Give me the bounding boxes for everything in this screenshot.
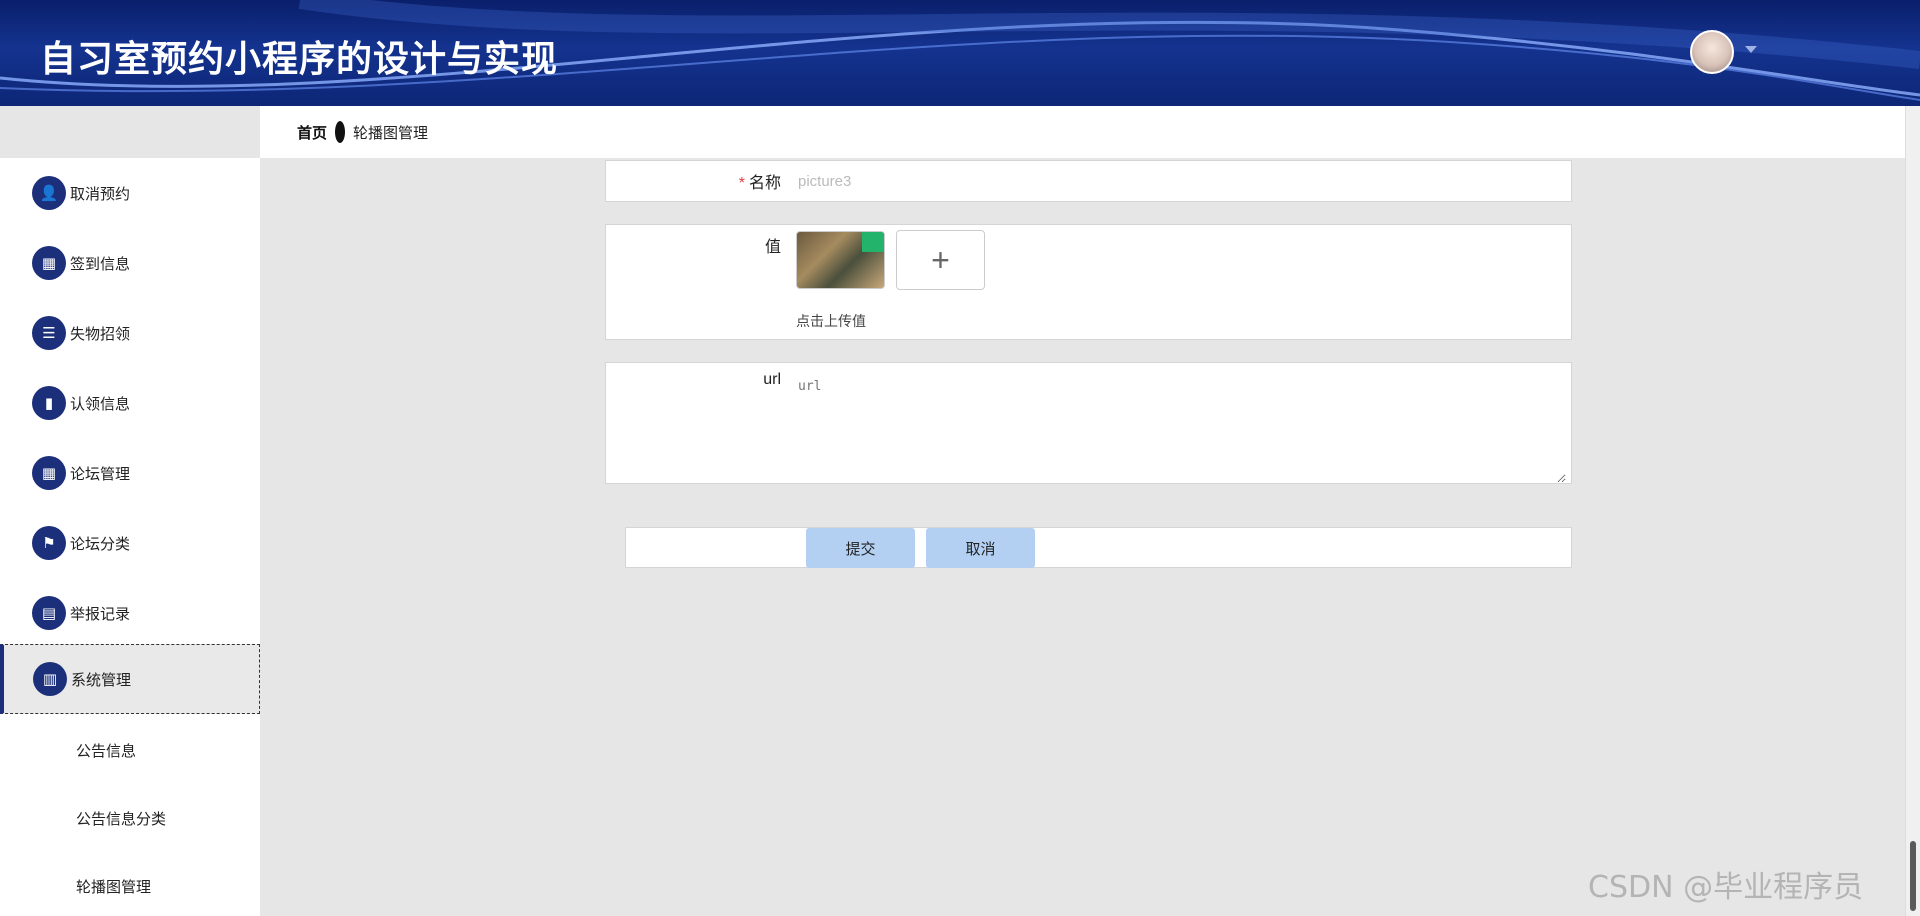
breadcrumb-current: 轮播图管理 — [353, 124, 429, 142]
app-header: 自习室预约小程序的设计与实现 — [0, 0, 1920, 106]
app-title: 自习室预约小程序的设计与实现 — [40, 39, 559, 80]
form-row-name: * 名称 — [605, 160, 1572, 202]
sidebar-item-label: 系统管理 — [71, 671, 132, 689]
sidebar-item-claim-info[interactable]: ▮ 认领信息 — [0, 368, 260, 438]
sidebar-item-label: 论坛管理 — [70, 465, 131, 483]
sidebar-item-lost-found[interactable]: ☰ 失物招领 — [0, 298, 260, 368]
sidebar-item-label: 举报记录 — [70, 605, 131, 623]
flag-icon: ⚑ — [32, 526, 66, 560]
sidebar-item-checkin-info[interactable]: ▦ 签到信息 — [0, 228, 260, 298]
submit-button[interactable]: 提交 — [806, 528, 915, 568]
clipboard-icon: ▤ — [32, 596, 66, 630]
sidebar-item-label: 认领信息 — [70, 395, 131, 413]
sidebar-subitem-carousel-management[interactable]: 轮播图管理 — [0, 852, 260, 916]
cancel-button[interactable]: 取消 — [926, 528, 1035, 568]
name-label-text: 名称 — [748, 175, 781, 192]
scrollbar-thumb[interactable] — [1910, 841, 1916, 911]
book-icon: ▮ — [32, 386, 66, 420]
list-icon: ☰ — [32, 316, 66, 350]
url-textarea[interactable] — [786, 371, 1566, 483]
sidebar-item-system-management[interactable]: ▥ 系统管理 — [0, 644, 260, 714]
sidebar-subitem-notice-category[interactable]: 公告信息分类 — [0, 784, 260, 852]
value-label: 值 — [764, 239, 781, 256]
form-actions: 提交 取消 — [625, 527, 1572, 568]
sidebar: 👤 取消预约 ▦ 签到信息 ☰ 失物招领 ▮ 认领信息 ▦ 论坛管理 ⚑ 论坛分… — [0, 158, 260, 916]
watermark: CSDN @毕业程序员 — [1588, 870, 1864, 905]
thumbnail-accent — [862, 232, 884, 252]
sidebar-item-report-records[interactable]: ▤ 举报记录 — [0, 578, 260, 648]
page-scrollbar[interactable] — [1905, 106, 1920, 916]
user-avatar[interactable] — [1690, 30, 1734, 74]
sidebar-item-label: 失物招领 — [70, 325, 131, 343]
breadcrumb: 首页 轮播图管理 — [260, 106, 1905, 158]
chevron-down-icon[interactable] — [1745, 46, 1757, 53]
sidebar-subitem-notices[interactable]: 公告信息 — [0, 716, 260, 784]
sidebar-item-label: 取消预约 — [70, 185, 131, 203]
sidebar-item-label: 论坛分类 — [70, 535, 131, 553]
bar-chart-icon: ▥ — [33, 662, 67, 696]
breadcrumb-home[interactable]: 首页 — [297, 122, 327, 143]
user-icon: 👤 — [32, 176, 66, 210]
uploaded-image-thumbnail[interactable] — [796, 231, 885, 289]
upload-tip: 点击上传值 — [796, 313, 866, 329]
plus-icon: + — [931, 241, 950, 278]
upload-plus-button[interactable]: + — [896, 230, 985, 290]
name-label: * 名称 — [739, 169, 781, 193]
form-row-value: 值 + 点击上传值 — [605, 224, 1572, 340]
name-input[interactable] — [786, 161, 1566, 201]
url-label: url — [763, 371, 781, 388]
required-mark: * — [738, 175, 745, 192]
grid-icon: ▦ — [32, 246, 66, 280]
grid-icon: ▦ — [32, 456, 66, 490]
sidebar-subitem-label: 公告信息分类 — [76, 810, 167, 828]
sidebar-item-forum-category[interactable]: ⚑ 论坛分类 — [0, 508, 260, 578]
sidebar-subitem-label: 公告信息 — [76, 742, 137, 760]
breadcrumb-separator-icon — [335, 121, 346, 143]
sidebar-subitem-label: 轮播图管理 — [76, 878, 152, 896]
form-row-url: url — [605, 362, 1572, 484]
sidebar-item-forum-management[interactable]: ▦ 论坛管理 — [0, 438, 260, 508]
sidebar-item-label: 签到信息 — [70, 255, 131, 273]
sidebar-item-cancel-reservation[interactable]: 👤 取消预约 — [0, 158, 260, 228]
